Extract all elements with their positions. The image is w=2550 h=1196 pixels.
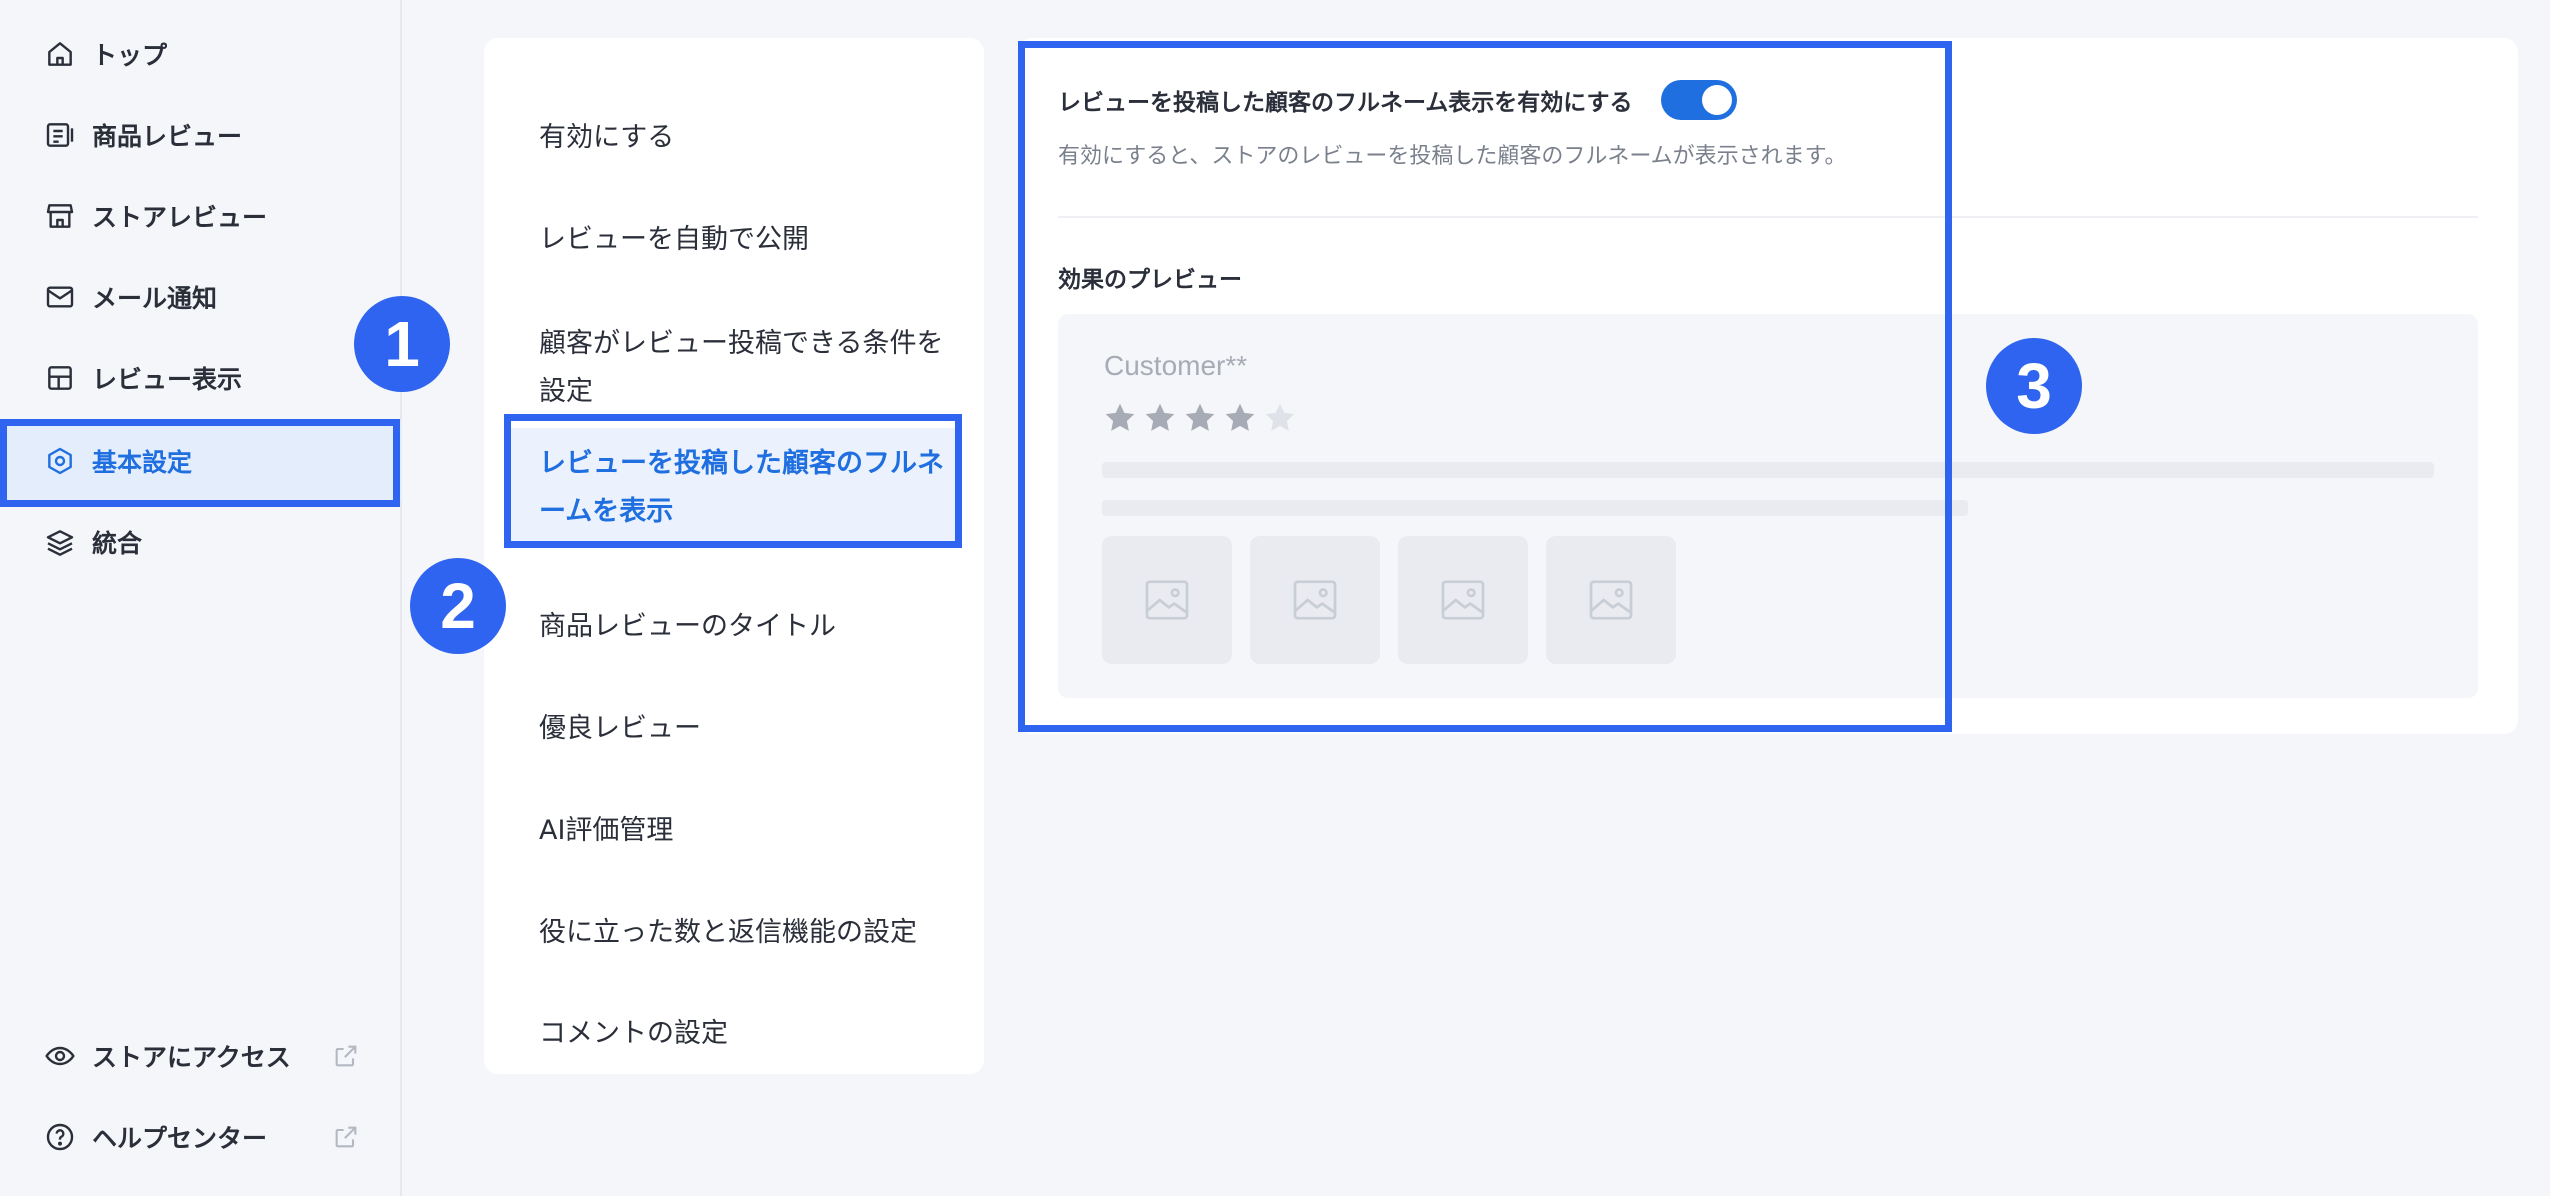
- sidebar-item-top[interactable]: トップ: [0, 14, 402, 94]
- sidebar-item-product-review[interactable]: 商品レビュー: [0, 95, 402, 175]
- sidebar-item-label: ヘルプセンター: [92, 1124, 268, 1153]
- step-badge-3: 3: [1986, 338, 2082, 434]
- settings-menu-panel: 有効にする レビューを自動で公開 顧客がレビュー投稿できる条件を設定 レビューを…: [484, 38, 984, 1074]
- mail-icon: [42, 279, 78, 315]
- menu-item-ai-rating[interactable]: AI評価管理: [539, 807, 959, 855]
- layers-icon: [42, 524, 78, 560]
- sidebar-item-label: 統合: [92, 529, 143, 558]
- sidebar-item-label: ストアにアクセス: [92, 1043, 291, 1072]
- sidebar-item-store-review[interactable]: ストアレビュー: [0, 176, 402, 256]
- menu-item-enable[interactable]: 有効にする: [539, 114, 959, 162]
- sidebar-item-label: 商品レビュー: [92, 122, 243, 151]
- menu-item-review-title[interactable]: 商品レビューのタイトル: [539, 603, 959, 651]
- product-review-icon: [42, 117, 78, 153]
- sidebar-item-visit-store[interactable]: ストアにアクセス: [0, 1016, 402, 1096]
- menu-item-helpful-reply[interactable]: 役に立った数と返信機能の設定: [539, 909, 959, 957]
- home-icon: [42, 36, 78, 72]
- sidebar-item-integration[interactable]: 統合: [0, 502, 402, 582]
- highlight-box-content: [1018, 41, 1952, 732]
- step-badge-1: 1: [354, 296, 450, 392]
- store-icon: [42, 198, 78, 234]
- sidebar-item-review-display[interactable]: レビュー表示: [0, 338, 402, 418]
- external-link-icon: [335, 1045, 357, 1067]
- layout-icon: [42, 360, 78, 396]
- menu-item-featured-review[interactable]: 優良レビュー: [539, 705, 959, 753]
- sidebar-item-help-center[interactable]: ヘルプセンター: [0, 1097, 402, 1177]
- highlight-box-sidebar: [0, 419, 400, 507]
- step-badge-2: 2: [410, 558, 506, 654]
- help-icon: [42, 1119, 78, 1155]
- sidebar-item-label: メール通知: [92, 284, 218, 313]
- eye-icon: [42, 1038, 78, 1074]
- menu-item-auto-publish[interactable]: レビューを自動で公開: [539, 216, 959, 264]
- menu-item-review-conditions[interactable]: 顧客がレビュー投稿できる条件を設定: [539, 320, 959, 416]
- sidebar-item-label: ストアレビュー: [92, 203, 268, 232]
- menu-item-comments[interactable]: コメントの設定: [539, 1010, 959, 1058]
- sidebar-item-label: レビュー表示: [92, 365, 243, 394]
- sidebar-item-mail[interactable]: メール通知: [0, 257, 402, 337]
- sidebar-item-label: トップ: [92, 41, 168, 70]
- external-link-icon: [335, 1126, 357, 1148]
- sidebar: トップ 商品レビュー ストアレビュー メール通知 レビュー表示 基本設定 統合 …: [0, 0, 402, 1196]
- highlight-box-menu: [504, 414, 962, 548]
